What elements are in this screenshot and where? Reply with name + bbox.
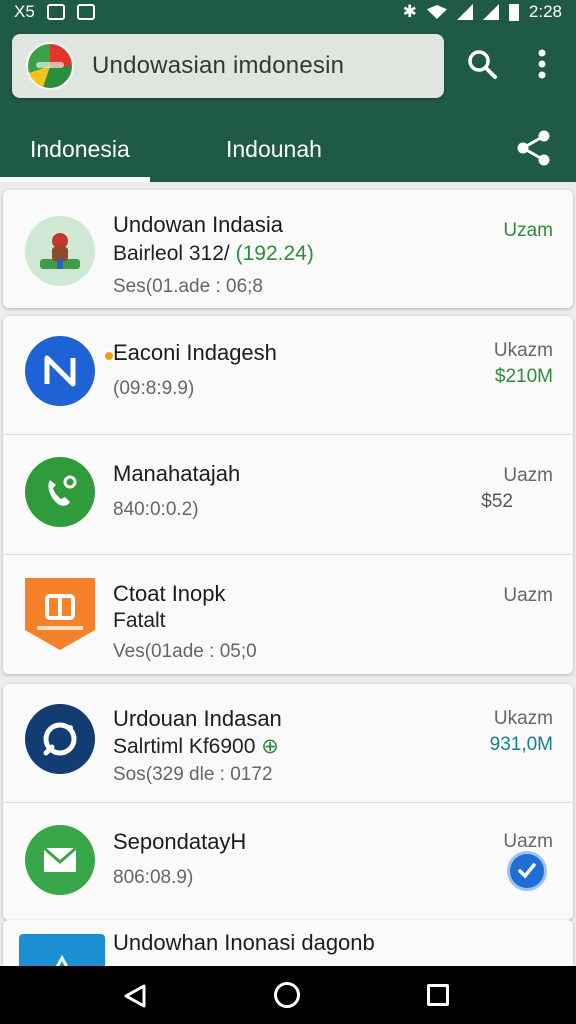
app-meta: 840:0:0.2) [113, 499, 199, 520]
status-left: X5 [14, 2, 95, 22]
app-meta: Ses(01.ade : 06;8 [113, 276, 263, 297]
app-name: Urdouan Indasan [113, 706, 282, 731]
status-time: 2:28 [528, 2, 562, 21]
list-card: Undowhan Inonasi dagonb [3, 920, 573, 966]
app-name: Undowhan Inonasi dagonb [113, 930, 375, 955]
app-meta: 806:08.9) [113, 867, 194, 888]
search-icon [468, 50, 497, 79]
app-value: $52 [481, 491, 513, 512]
person-illustration-icon [25, 216, 95, 286]
app-name: Undowan Indasia [113, 212, 284, 237]
app-sub: Bairleol 312/ (192.24) [113, 242, 314, 266]
app-sub-text: Bairleol 312/ [113, 242, 230, 265]
status-right: ✱ 2:28 [403, 2, 562, 22]
list-item[interactable]: Urdouan Indasan Salrtiml Kf6900 ⊕ Sos(32… [3, 684, 573, 802]
app-label: Uazm [503, 585, 553, 606]
status-bar: X5 ✱ 2:28 [0, 0, 576, 24]
app-sub-accent: (192.24) [235, 242, 314, 265]
app-sub: Fatalt [113, 609, 166, 632]
tab-bar: Indonesia Indounah [0, 116, 576, 182]
app-meta: Sos(329 dle : 0172 [113, 764, 273, 785]
n-logo-icon [25, 336, 115, 406]
list-item[interactable]: Manahatajah 840:0:0.2) Uazm $52 [3, 434, 573, 554]
check-badge-icon[interactable] [507, 851, 547, 891]
app-name: Manahatajah [113, 461, 241, 486]
list-item[interactable]: Undowhan Inonasi dagonb [3, 920, 573, 966]
app-meta: Ves(01ade : 05;0 [113, 641, 257, 662]
shield-a-icon [25, 578, 95, 650]
search-box[interactable]: Undowasian imdonesin [12, 34, 444, 98]
circle-logo-icon [25, 704, 95, 774]
list-card: Undowan Indasia Bairleol 312/ (192.24) S… [3, 190, 573, 308]
battery-icon [508, 3, 519, 21]
arrow-icon [19, 934, 105, 966]
screen: X5 ✱ 2:28 Undowasian imdonesin Indonesia… [0, 0, 576, 1024]
app-value: $210M [494, 366, 553, 387]
wifi-icon [426, 5, 447, 19]
app-logo-icon [26, 42, 74, 90]
app-label: Uazm [503, 831, 553, 852]
phone-icon [25, 457, 95, 527]
list-item[interactable]: SepondatayH 806:08.9) Uazm [3, 802, 573, 920]
more-vert-icon [538, 49, 546, 79]
app-list: Undowan Indasia Bairleol 312/ (192.24) S… [0, 182, 576, 966]
app-sub: Salrtiml Kf6900 ⊕ [113, 734, 279, 759]
app-label: Uzam [503, 220, 553, 241]
signal-icon-2 [482, 4, 499, 20]
app-label: Ukazm [493, 340, 553, 361]
signal-icon [456, 4, 473, 20]
search-text: Undowasian imdonesin [92, 52, 345, 79]
app-meta: (09:8:9.9) [113, 378, 195, 399]
home-icon[interactable] [274, 982, 300, 1008]
app-name: Eaconi Indagesh [113, 340, 277, 365]
share-icon[interactable] [514, 128, 554, 168]
list-card: Eaconi Indagesh (09:8:9.9) Ukazm $210M M… [3, 316, 573, 674]
plus-circle-icon: ⊕ [261, 735, 279, 758]
app-name: Ctoat Inopk [113, 581, 226, 606]
mail-icon [25, 825, 95, 895]
app-name: SepondatayH [113, 829, 247, 854]
more-options-button[interactable] [520, 42, 564, 86]
recents-icon[interactable] [427, 984, 449, 1006]
image-icon [76, 4, 95, 20]
status-left-text: X5 [14, 2, 35, 21]
app-label: Ukazm [493, 708, 553, 729]
list-item[interactable]: Undowan Indasia Bairleol 312/ (192.24) S… [3, 190, 573, 308]
app-bar: Undowasian imdonesin Indonesia Indounah [0, 24, 576, 182]
tab-indonesia[interactable]: Indonesia [30, 116, 130, 182]
list-card: Urdouan Indasan Salrtiml Kf6900 ⊕ Sos(32… [3, 684, 573, 920]
app-value: 931,0M [489, 734, 553, 755]
bluetooth-icon: ✱ [402, 2, 417, 21]
tab-indounah[interactable]: Indounah [226, 116, 322, 182]
list-item[interactable]: Eaconi Indagesh (09:8:9.9) Ukazm $210M [3, 316, 573, 434]
app-label: Uazm [503, 465, 553, 486]
list-item[interactable]: Ctoat Inopk Fatalt Ves(01ade : 05;0 Uazm [3, 554, 573, 674]
back-icon[interactable] [122, 983, 148, 1009]
navigation-bar [0, 966, 576, 1024]
search-button[interactable] [460, 42, 504, 86]
app-sub-text: Salrtiml Kf6900 [113, 735, 256, 758]
notification-icon [46, 4, 65, 20]
